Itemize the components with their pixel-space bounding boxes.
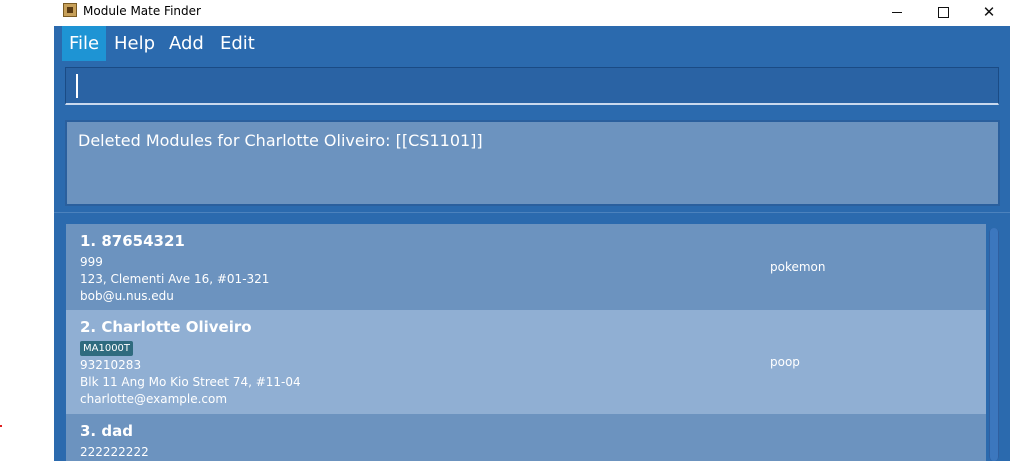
app-icon (63, 3, 77, 17)
command-box (65, 67, 999, 105)
person-phone: 999 (80, 255, 103, 269)
app-window: File Help Add Edit Deleted Modules for C… (54, 26, 1010, 461)
divider (54, 212, 1010, 213)
module-badge: MA1000T (80, 341, 134, 356)
menu-edit[interactable]: Edit (213, 26, 262, 61)
close-button[interactable]: ✕ (966, 0, 1010, 24)
close-icon: ✕ (982, 3, 996, 21)
stray-dot (0, 425, 2, 427)
window-titlebar: Module Mate Finder ✕ (54, 0, 1010, 26)
maximize-icon (937, 6, 949, 18)
result-display: Deleted Modules for Charlotte Oliveiro: … (65, 120, 1000, 206)
window-title: Module Mate Finder (83, 4, 201, 18)
person-list: 1. 87654321 999 123, Clementi Ave 16, #0… (66, 224, 986, 461)
menu-bar: File Help Add Edit (54, 26, 1010, 61)
list-scrollbar[interactable] (989, 228, 999, 461)
maximize-button[interactable] (920, 0, 966, 24)
person-email: bob@u.nus.edu (80, 289, 174, 303)
scrollbar-thumb[interactable] (990, 228, 998, 461)
person-name: 2. Charlotte Oliveiro (80, 318, 252, 336)
person-phone: 222222222 (80, 445, 149, 459)
result-text: Deleted Modules for Charlotte Oliveiro: … (78, 131, 483, 150)
person-tag: pokemon (770, 260, 826, 274)
command-input[interactable] (66, 68, 998, 103)
person-email: charlotte@example.com (80, 392, 228, 406)
menu-add[interactable]: Add (162, 26, 211, 61)
person-name: 1. 87654321 (80, 232, 185, 250)
person-card-1[interactable]: 1. 87654321 999 123, Clementi Ave 16, #0… (66, 224, 986, 310)
person-card-2[interactable]: 2. Charlotte Oliveiro MA1000T 93210283 B… (66, 310, 986, 414)
minimize-icon (892, 11, 902, 13)
person-tag: poop (770, 355, 800, 369)
person-phone: 93210283 (80, 358, 142, 372)
person-address: Blk 11 Ang Mo Kio Street 74, #11-04 (80, 375, 301, 389)
person-card-3[interactable]: 3. dad 222222222 (66, 414, 986, 461)
person-address: 123, Clementi Ave 16, #01-321 (80, 272, 270, 286)
person-name: 3. dad (80, 422, 133, 440)
text-caret (76, 74, 78, 98)
menu-file[interactable]: File (62, 26, 107, 61)
minimize-button[interactable] (874, 0, 920, 24)
menu-help[interactable]: Help (107, 26, 162, 61)
